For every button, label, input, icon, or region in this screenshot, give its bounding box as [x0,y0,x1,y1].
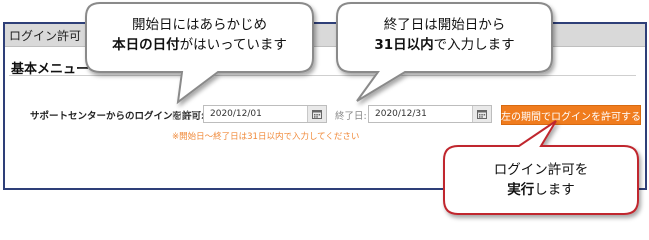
execute-callout-rest: します [534,182,575,198]
start-callout-emphasis: 本日の日付 [112,37,180,53]
execute-callout-text: ログイン許可を 実行します [444,160,638,200]
start-callout-line1: 開始日にはあらかじめ [132,17,267,33]
end-callout-rest: で入力します [433,37,515,53]
start-callout-rest: がはいっています [179,37,287,53]
start-callout-text: 開始日にはあらかじめ 本日の日付がはいっています [86,15,313,55]
end-callout-emphasis: 31日以内 [374,37,434,53]
execute-callout-line1: ログイン許可を [493,162,589,178]
end-callout-text: 終了日は開始日から 31日以内で入力します [337,15,552,55]
end-callout-line1: 終了日は開始日から [383,17,506,33]
execute-callout-emphasis: 実行 [507,182,535,198]
